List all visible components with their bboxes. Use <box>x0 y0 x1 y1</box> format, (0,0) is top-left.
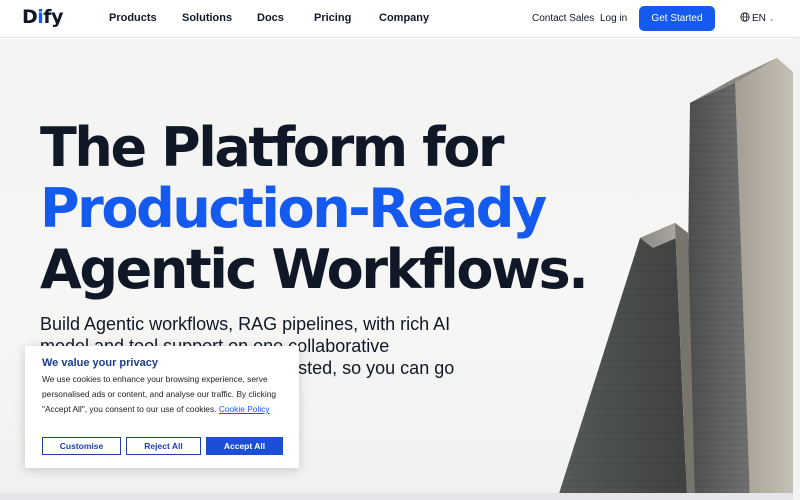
site-header: Dify Products Solutions Docs Pricing Com… <box>0 0 800 38</box>
concrete-pillars-image <box>557 58 800 500</box>
horizontal-scrollbar[interactable] <box>0 493 793 500</box>
cookie-policy-link[interactable]: Cookie Policy <box>219 404 270 414</box>
nav-products[interactable]: Products <box>109 12 157 24</box>
dify-logo[interactable]: Dify <box>22 6 63 28</box>
hero-headline-line-3: Agentic Workflows. <box>40 238 589 301</box>
chevron-down-icon: ⌄ <box>768 15 775 23</box>
nav-pricing[interactable]: Pricing <box>314 12 351 24</box>
accept-all-button[interactable]: Accept All <box>206 437 283 455</box>
cookie-banner-title: We value your privacy <box>42 357 158 369</box>
globe-icon <box>740 12 750 25</box>
nav-solutions[interactable]: Solutions <box>182 12 232 24</box>
hero-headline-line-1: The Platform for <box>40 116 505 179</box>
reject-all-button[interactable]: Reject All <box>126 437 201 455</box>
get-started-button[interactable]: Get Started <box>639 6 715 31</box>
language-selector[interactable]: EN ⌄ <box>740 12 775 25</box>
customise-button[interactable]: Customise <box>42 437 121 455</box>
cookie-consent-banner: We value your privacy We use cookies to … <box>25 346 299 468</box>
language-label: EN <box>752 13 766 24</box>
page-scrollbar[interactable] <box>793 38 800 500</box>
nav-docs[interactable]: Docs <box>257 12 284 24</box>
hero-headline-line-2: Production-Ready <box>40 177 547 240</box>
nav-company[interactable]: Company <box>379 12 429 24</box>
contact-sales-link[interactable]: Contact Sales <box>532 13 594 24</box>
log-in-link[interactable]: Log in <box>600 13 627 24</box>
cookie-banner-text: We use cookies to enhance your browsing … <box>42 372 287 417</box>
